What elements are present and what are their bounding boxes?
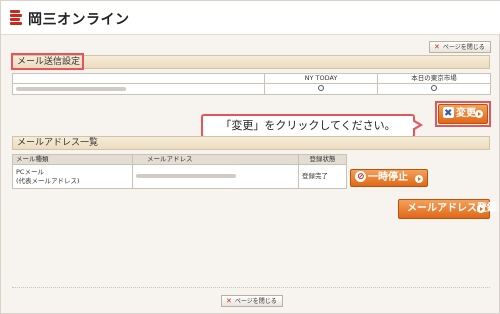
address-list-table: メール種類 メールアドレス 登録状態 PCメール (代表メールアドレス) 登録完… (12, 154, 347, 189)
table-row: PCメール (代表メールアドレス) 登録完了 (12, 164, 347, 189)
mail-type-cell: PCメール (代表メールアドレス) (12, 164, 133, 189)
instruction-tooltip: 「変更」をクリックしてください。 (201, 114, 415, 138)
edit-icon: ✖ (443, 107, 454, 119)
mail-type-line2: (代表メールアドレス) (16, 176, 80, 185)
header: 岡三オンライン (1, 1, 500, 35)
page: 岡三オンライン ✕ ページを閉じる メール送信設定 NY TODAY 本日の東京市… (0, 0, 500, 314)
arrow-right-icon (415, 175, 423, 183)
circle-icon (431, 84, 437, 91)
pause-button[interactable]: ⊘ 一時停止 (350, 169, 428, 187)
arrow-right-icon (475, 110, 483, 118)
address-list-title: メールアドレス一覧 (17, 138, 99, 148)
close-page-button-bottom[interactable]: ✕ ページを閉じる (221, 295, 283, 307)
column-header (12, 73, 265, 84)
close-icon: ✕ (226, 297, 232, 305)
close-page-label: ページを閉じる (234, 298, 277, 305)
change-button[interactable]: ✖ 変更 (438, 104, 488, 124)
mail-settings-table: NY TODAY 本日の東京市場 (12, 73, 491, 95)
register-address-button[interactable]: メールアドレス登録 (398, 199, 497, 219)
column-header-tokyo-market: 本日の東京市場 (377, 73, 491, 84)
pause-button-label: 一時停止 (368, 172, 408, 183)
logo-text: 岡三オンライン (28, 12, 130, 28)
close-page-label: ページを閉じる (442, 44, 485, 51)
okasan-logo-icon (10, 10, 24, 26)
table-header-row: NY TODAY 本日の東京市場 (12, 73, 491, 84)
circle-icon (318, 84, 324, 91)
mail-settings-highlight (11, 53, 84, 70)
email-address-masked (12, 83, 265, 95)
ny-today-status (264, 83, 378, 95)
column-header-mail-type: メール種類 (12, 154, 133, 165)
column-header-status: 登録状態 (298, 154, 347, 165)
address-list-header: メールアドレス一覧 (12, 136, 490, 150)
change-button-label: 変更 (456, 108, 476, 119)
mail-address-masked (132, 164, 299, 189)
close-icon: ✕ (434, 43, 440, 51)
status-cell: 登録完了 (298, 164, 347, 189)
tooltip-pointer-inner (412, 121, 419, 129)
close-page-button-top[interactable]: ✕ ページを閉じる (429, 41, 491, 53)
tokyo-market-status (377, 83, 491, 95)
column-header-mail-address: メールアドレス (132, 154, 299, 165)
divider (12, 287, 490, 288)
table-header-row: メール種類 メールアドレス 登録状態 (12, 154, 347, 165)
mail-type-line1: PCメール (16, 167, 44, 176)
stop-icon: ⊘ (355, 171, 366, 182)
table-row (12, 83, 491, 95)
column-header-ny-today: NY TODAY (264, 73, 378, 84)
arrow-right-icon (477, 205, 485, 213)
